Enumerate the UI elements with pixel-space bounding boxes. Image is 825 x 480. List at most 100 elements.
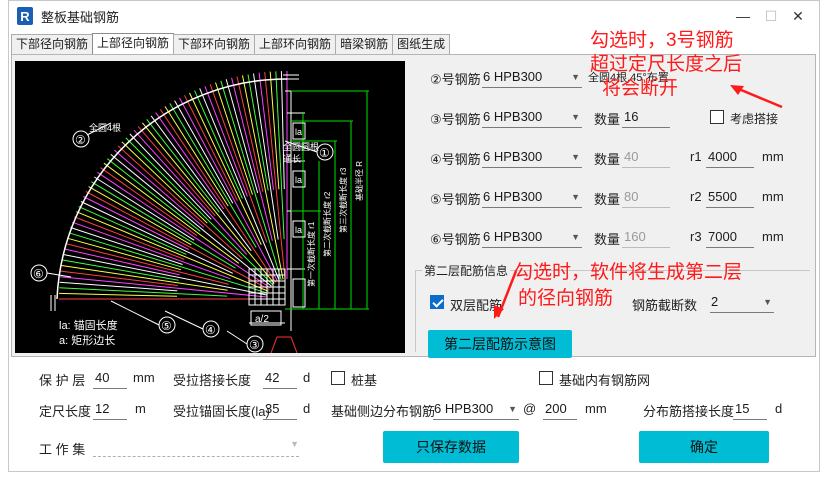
- a-half-text: a/2: [255, 314, 269, 325]
- tab-upper-ring[interactable]: 上部环向钢筋: [254, 34, 337, 54]
- radial-bar-line: [247, 74, 269, 191]
- bar3-qty-label: 数量: [594, 112, 621, 127]
- ok-button[interactable]: 确定: [639, 431, 769, 463]
- tab-drawing[interactable]: 图纸生成: [392, 34, 451, 54]
- bar6-label: ⑥号钢筋: [430, 232, 481, 247]
- pile-checkbox[interactable]: [331, 371, 345, 385]
- callout-5: ⑤: [161, 319, 172, 333]
- lap-length-input[interactable]: 42: [263, 367, 297, 389]
- side-bar-select[interactable]: 6 HPB300 ▼: [433, 398, 519, 420]
- inner-mesh-label: 基础内有钢筋网: [559, 373, 651, 388]
- bottom-settings: 保 护 层 40 mm 受拉搭接长度 42 d 桩基 基础内有钢筋网 定尺长度 …: [9, 357, 819, 473]
- cover-unit: mm: [133, 370, 155, 385]
- annotation-overlap-1: 勾选时，3号钢筋: [590, 30, 734, 51]
- r3-input[interactable]: 7000: [706, 226, 754, 248]
- annotation-second-layer-2: 的径向钢筋: [518, 288, 614, 309]
- la-text-2: la: [295, 175, 302, 185]
- bar4-label: ④号钢筋: [430, 152, 481, 167]
- annotation-second-layer-1: 勾选时，软件将生成第二层: [514, 262, 743, 283]
- bar5-select[interactable]: 6 HPB300 ▼: [482, 186, 582, 208]
- side-bar-label: 基础侧边分布钢筋: [331, 404, 436, 419]
- fixed-length-unit: m: [135, 401, 146, 416]
- r1-input[interactable]: 4000: [706, 146, 754, 168]
- red-bar-mark: [270, 336, 298, 353]
- maximize-button[interactable]: ☐: [761, 7, 781, 25]
- bar6-qty-input: 160: [622, 226, 670, 248]
- anchor-length-unit: d: [303, 401, 311, 416]
- r2-label: r2: [690, 189, 702, 204]
- bar2-select[interactable]: 6 HPB300 ▼: [482, 66, 582, 88]
- dist-lap-input[interactable]: 15: [733, 398, 767, 420]
- r3-label: r3: [690, 229, 702, 244]
- callout-4: ④: [205, 323, 216, 337]
- callout-6: ⑥: [33, 267, 44, 281]
- radial-bar-line: [142, 122, 275, 284]
- tab-lower-radial[interactable]: 下部径向钢筋: [11, 34, 94, 54]
- bar4-select[interactable]: 6 HPB300 ▼: [482, 146, 582, 168]
- callout-1: ①: [319, 146, 330, 160]
- rebar-diagram: la la la a/2 第一次截断长度 r1 第二次截断长度 r2 第三次截断…: [15, 61, 405, 353]
- side-spacing-input[interactable]: 200: [543, 398, 577, 420]
- second-layer-diagram-button[interactable]: 第二层配筋示意图: [428, 330, 572, 358]
- fixed-length-label: 定尺长度: [39, 404, 92, 419]
- revit-app-icon: R: [17, 7, 33, 25]
- la-text-3: la: [295, 225, 302, 235]
- bar3-qty-input[interactable]: 16: [622, 106, 670, 128]
- save-data-button[interactable]: 只保存数据: [383, 431, 519, 463]
- radial-bar-line: [121, 141, 208, 224]
- legend-la: la: 锚固长度: [59, 318, 118, 332]
- tab-upper-radial[interactable]: 上部径向钢筋: [92, 33, 175, 54]
- bar6-qty-label: 数量: [594, 232, 621, 247]
- overlap-checkbox[interactable]: [710, 110, 724, 124]
- annotation-overlap-3: 将会断开: [602, 78, 679, 99]
- r1-text: 第一次截断长度 r1: [306, 221, 316, 287]
- bar5-label: ⑤号钢筋: [430, 192, 481, 207]
- r3-unit: mm: [762, 229, 784, 244]
- r3-text: 第三次截断长度 r3: [338, 167, 348, 233]
- tab-hidden-beam[interactable]: 暗梁钢筋: [335, 34, 394, 54]
- radial-bar-line: [59, 292, 178, 297]
- bar4-qty-input: 40: [622, 146, 670, 168]
- cut-count-label: 钢筋截断数: [632, 298, 698, 313]
- dialog-window: R 整板基础钢筋 — ☐ ✕ 下部径向钢筋 上部径向钢筋 下部环向钢筋 上部环向…: [8, 0, 820, 472]
- bar2-label: ②号钢筋: [430, 72, 481, 87]
- bar4-qty-label: 数量: [594, 152, 621, 167]
- side-spacing-unit: mm: [585, 401, 607, 416]
- pile-label: 桩基: [351, 373, 378, 388]
- workset-label: 工 作 集: [39, 442, 86, 457]
- callout-3: ③: [249, 338, 260, 352]
- radial-bar-line: [280, 71, 285, 190]
- rebar-diagram-svg: la la la a/2 第一次截断长度 r1 第二次截断长度 r2 第三次截断…: [30, 71, 369, 353]
- cut-count-select[interactable]: 2 ▼: [710, 291, 774, 313]
- r1-label: r1: [690, 149, 702, 164]
- double-layer-checkbox[interactable]: [430, 295, 444, 309]
- r1-unit: mm: [762, 149, 784, 164]
- bar3-label: ③号钢筋: [430, 112, 481, 127]
- tab-strip: 下部径向钢筋 上部径向钢筋 下部环向钢筋 上部环向钢筋 暗梁钢筋 图纸生成: [11, 33, 451, 54]
- fixed-length-input[interactable]: 12: [93, 398, 127, 420]
- annotation-arrow-2: [494, 270, 518, 319]
- la-text-1: la: [295, 127, 302, 137]
- at-sign: @: [523, 401, 537, 416]
- radius-text: 基础半径 R: [354, 161, 364, 201]
- lap-length-unit: d: [303, 370, 311, 385]
- bar5-qty-label: 数量: [594, 192, 621, 207]
- bar6-select[interactable]: 6 HPB300 ▼: [482, 226, 582, 248]
- radial-bar-line: [59, 287, 228, 297]
- workset-select[interactable]: ▼: [93, 435, 299, 457]
- close-button[interactable]: ✕: [788, 7, 808, 25]
- minimize-button[interactable]: —: [733, 7, 753, 25]
- radial-bar-line: [62, 259, 179, 281]
- r2-input[interactable]: 5500: [706, 186, 754, 208]
- dist-lap-unit: d: [775, 401, 783, 416]
- bar3-select[interactable]: 6 HPB300 ▼: [482, 106, 582, 128]
- spacing-label: 通长: [283, 153, 301, 164]
- cover-label: 保 护 层: [39, 373, 86, 388]
- anchor-length-label: 受拉锚固长度(la): [173, 404, 270, 419]
- anchor-length-input[interactable]: 35: [263, 398, 297, 420]
- dist-lap-label: 分布筋搭接长度: [643, 404, 735, 419]
- inner-mesh-checkbox[interactable]: [539, 371, 553, 385]
- cover-input[interactable]: 40: [93, 367, 127, 389]
- annotation-overlap-2: 超过定尺长度之后: [590, 54, 743, 75]
- tab-lower-ring[interactable]: 下部环向钢筋: [173, 34, 256, 54]
